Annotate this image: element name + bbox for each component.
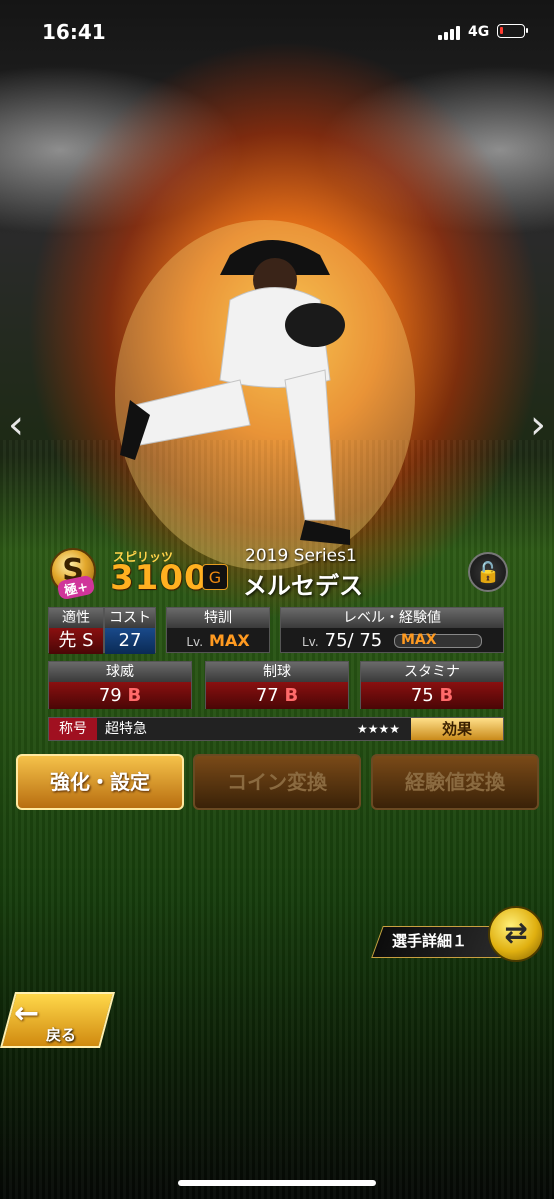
level-label: レベル・経験値 (281, 608, 503, 628)
aptitude-value: 先 S (49, 628, 103, 654)
training-box: 特訓 Lv. MAX (166, 607, 270, 653)
control-label: 制球 (206, 662, 348, 682)
velocity-box: 球威 79 B (48, 661, 192, 709)
control-value: 77 B (206, 682, 348, 709)
card-series: 2019 Series1 (245, 546, 357, 566)
home-indicator[interactable] (178, 1180, 376, 1186)
title-label: 称号 (49, 718, 97, 740)
effect-button[interactable]: 効果 (411, 718, 503, 740)
stamina-value: 75 B (361, 682, 503, 709)
level-box: レベル・経験値 Lv. 75/ 75 MAX (280, 607, 504, 653)
player-detail-label[interactable]: 選手詳細１ (392, 930, 467, 951)
status-time: 16:41 (42, 20, 106, 44)
team-logo: G (202, 564, 228, 590)
title-stars: ★★★★ (357, 722, 401, 736)
cost-box: コスト 27 (104, 607, 156, 654)
spirits-value: 3100 (110, 558, 209, 598)
back-label[interactable]: 戻る (46, 1024, 76, 1045)
cost-label: コスト (105, 608, 155, 628)
coin-convert-button[interactable]: コイン変換 (193, 754, 361, 810)
status-bar: 16:41 4G (0, 0, 554, 62)
enhance-settings-button[interactable]: 強化・設定 (16, 754, 184, 810)
chevron-right-icon[interactable]: › (530, 405, 546, 445)
training-value: Lv. MAX (186, 631, 250, 650)
swap-icon[interactable]: ⇄ (488, 906, 544, 962)
aptitude-box: 適性 先 S (48, 607, 104, 654)
lock-icon[interactable]: 🔓 (468, 552, 508, 592)
player-name: メルセデス (243, 572, 363, 600)
title-value: 超特急 (105, 721, 147, 737)
velocity-value: 79 B (49, 682, 191, 709)
cost-value: 27 (105, 628, 155, 654)
network-type: 4G (468, 24, 490, 40)
title-row: 称号 超特急 ★★★★ 効果 (48, 717, 504, 741)
back-arrow-icon[interactable]: ← (14, 996, 39, 1031)
signal-icon (438, 24, 464, 40)
aptitude-label: 適性 (49, 608, 103, 628)
level-value: Lv. 75/ 75 MAX (281, 628, 503, 654)
stamina-box: スタミナ 75 B (360, 661, 504, 709)
exp-convert-button[interactable]: 経験値変換 (371, 754, 539, 810)
player-illustration (115, 220, 415, 570)
exp-bar: MAX (394, 632, 482, 648)
control-box: 制球 77 B (205, 661, 349, 709)
chevron-left-icon[interactable]: ‹ (8, 405, 24, 445)
stamina-label: スタミナ (361, 662, 503, 682)
training-label: 特訓 (167, 608, 269, 628)
battery-icon (497, 24, 528, 38)
velocity-label: 球威 (49, 662, 191, 682)
